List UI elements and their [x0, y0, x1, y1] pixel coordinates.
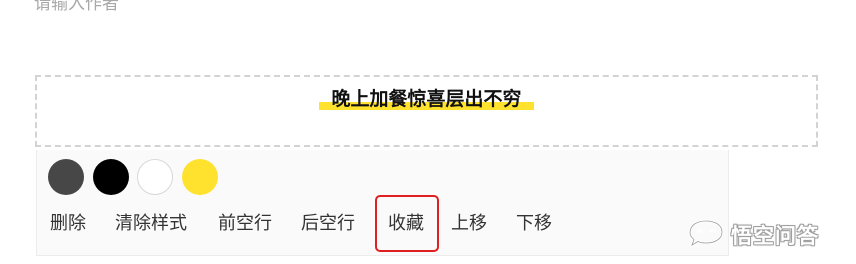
- favorite-button[interactable]: 收藏: [388, 212, 424, 236]
- title-text-highlighted: 晚上加餐惊喜层出不穷: [319, 87, 534, 111]
- article-title: 晚上加餐惊喜层出不穷: [37, 87, 816, 111]
- move-down-button[interactable]: 下移: [516, 212, 552, 236]
- move-up-button[interactable]: 上移: [451, 212, 487, 236]
- delete-button[interactable]: 删除: [50, 212, 86, 236]
- author-input[interactable]: [34, 0, 434, 17]
- color-swatch-dark-gray[interactable]: [48, 159, 84, 195]
- style-toolbar: 删除 清除样式 前空行 后空行 收藏 上移 下移: [36, 150, 729, 256]
- color-swatch-white[interactable]: [137, 159, 173, 195]
- color-swatch-black[interactable]: [93, 159, 129, 195]
- chat-bubble-eyes-icon: [686, 218, 726, 252]
- watermark-text: 悟空问答: [731, 224, 819, 248]
- clear-style-button[interactable]: 清除样式: [115, 212, 187, 236]
- title-block[interactable]: 晚上加餐惊喜层出不穷: [35, 75, 818, 147]
- space-before-button[interactable]: 前空行: [218, 212, 272, 236]
- color-swatch-yellow[interactable]: [182, 159, 218, 195]
- space-after-button[interactable]: 后空行: [301, 212, 355, 236]
- wukong-watermark: 悟空问答: [686, 218, 819, 252]
